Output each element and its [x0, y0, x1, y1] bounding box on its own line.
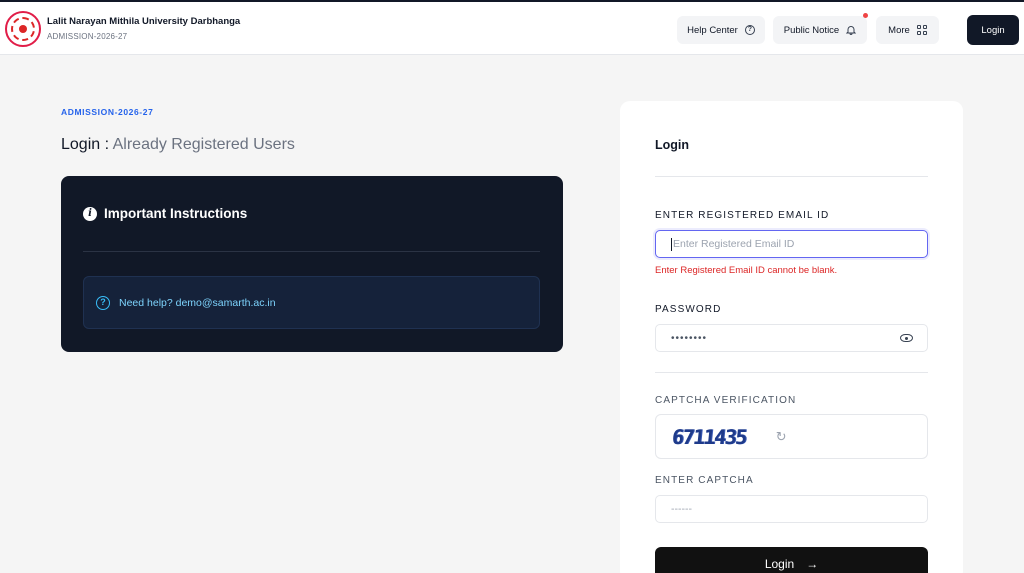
login-submit-button[interactable]: Login →: [655, 547, 928, 573]
login-card-title: Login: [655, 138, 690, 152]
email-label: ENTER REGISTERED EMAIL ID: [655, 210, 830, 221]
help-contact-box: ? Need help? demo@samarth.ac.in: [83, 276, 540, 329]
public-notice-button[interactable]: Public Notice: [773, 16, 867, 44]
divider: [655, 176, 928, 177]
arrow-right-icon: →: [806, 557, 819, 571]
info-icon: i: [83, 206, 97, 221]
captcha-image: 6711435: [670, 424, 748, 449]
university-logo[interactable]: [5, 11, 41, 47]
section-label: ADMISSION-2026-27: [61, 107, 154, 117]
text-caret: [671, 237, 672, 251]
notification-dot: [863, 13, 868, 18]
instructions-panel: i Important Instructions ? Need help? de…: [61, 176, 563, 352]
page-title-primary: Login :: [61, 136, 110, 153]
captcha-input[interactable]: ------: [655, 495, 928, 523]
help-contact-text[interactable]: Need help? demo@samarth.ac.in: [119, 297, 276, 309]
bell-icon: [846, 26, 857, 35]
password-value: ••••••••: [671, 332, 708, 344]
divider: [83, 251, 540, 252]
instructions-title: Important Instructions: [104, 206, 248, 221]
email-error-message: Enter Registered Email ID cannot be blan…: [655, 265, 838, 276]
password-field[interactable]: ••••••••: [655, 324, 928, 352]
more-menu-button[interactable]: More: [876, 16, 939, 44]
password-label: PASSWORD: [655, 304, 722, 315]
top-header: Lalit Narayan Mithila University Darbhan…: [0, 0, 1024, 55]
help-center-button[interactable]: Help Center ?: [677, 16, 765, 44]
grid-icon: [916, 25, 927, 35]
captcha-placeholder: ------: [671, 503, 692, 515]
question-circle-icon: ?: [96, 295, 110, 310]
login-card: Login ENTER REGISTERED EMAIL ID Enter Re…: [620, 101, 963, 573]
email-field[interactable]: Enter Registered Email ID: [655, 230, 928, 258]
admission-session: ADMISSION-2026-27: [47, 32, 128, 41]
question-circle-icon: ?: [744, 25, 755, 35]
page-title-secondary: Already Registered Users: [112, 136, 295, 153]
public-notice-label: Public Notice: [783, 24, 840, 36]
divider: [655, 372, 928, 373]
login-submit-label: Login: [764, 557, 795, 571]
captcha-label: CAPTCHA VERIFICATION: [655, 395, 797, 406]
university-name: Lalit Narayan Mithila University Darbhan…: [47, 16, 241, 27]
eye-icon[interactable]: [900, 334, 913, 342]
more-label: More: [888, 24, 910, 36]
captcha-box: 6711435 ↻: [655, 414, 928, 459]
refresh-icon[interactable]: ↻: [776, 429, 787, 445]
instructions-header: i Important Instructions: [83, 206, 247, 221]
email-placeholder: Enter Registered Email ID: [673, 238, 795, 250]
enter-captcha-label: ENTER CAPTCHA: [655, 475, 754, 486]
header-login-button[interactable]: Login: [967, 15, 1019, 45]
page-title: Login : Already Registered Users: [61, 136, 295, 154]
help-center-label: Help Center: [687, 24, 738, 36]
